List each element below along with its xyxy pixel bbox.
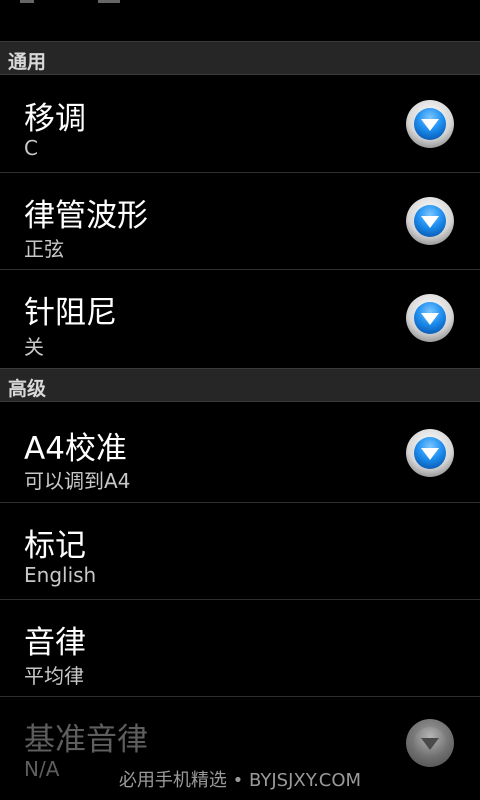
- pref-title: 针阻尼: [24, 295, 117, 331]
- pref-temperament[interactable]: 音律 平均律: [0, 600, 480, 697]
- pref-title: A4校准: [24, 431, 127, 467]
- pref-title: 标记: [24, 528, 86, 564]
- pref-transpose[interactable]: 移调 C: [0, 75, 480, 173]
- pref-summary: 可以调到A4: [24, 469, 131, 493]
- chevron-down-circle-icon[interactable]: [405, 196, 455, 246]
- pref-title: 律管波形: [24, 198, 148, 234]
- section-header-advanced: 高级: [0, 368, 480, 402]
- pref-notation[interactable]: 标记 English: [0, 503, 480, 600]
- status-bar: [0, 0, 480, 42]
- pref-summary: 正弦: [24, 237, 64, 261]
- pref-summary: 关: [24, 335, 44, 359]
- status-indicator: [20, 0, 34, 3]
- status-indicator: [98, 0, 120, 3]
- section-header-label: 高级: [8, 378, 47, 400]
- watermark: 必用手机精选 • BYJSJXY.COM: [118, 770, 362, 791]
- pref-summary: C: [24, 136, 38, 160]
- pref-title: 基准音律: [24, 722, 148, 758]
- chevron-down-circle-icon: [406, 719, 454, 767]
- pref-summary: 平均律: [24, 664, 84, 688]
- section-header-general: 通用: [0, 41, 480, 75]
- pref-a4-calibration[interactable]: A4校准 可以调到A4: [0, 404, 480, 503]
- pref-waveform[interactable]: 律管波形 正弦: [0, 173, 480, 270]
- chevron-down-circle-icon[interactable]: [405, 293, 455, 343]
- chevron-down-circle-icon[interactable]: [405, 428, 455, 478]
- pref-title: 音律: [24, 625, 86, 661]
- chevron-down-circle-icon[interactable]: [405, 99, 455, 149]
- pref-title: 移调: [24, 101, 86, 137]
- pref-summary: English: [24, 563, 97, 587]
- pref-needle-damping[interactable]: 针阻尼 关: [0, 270, 480, 368]
- section-header-label: 通用: [8, 51, 47, 73]
